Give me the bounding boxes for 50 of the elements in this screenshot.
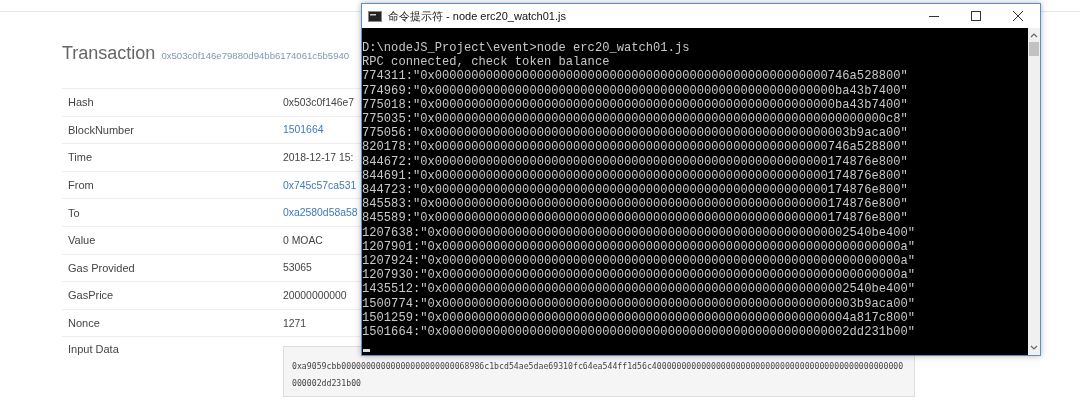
- console-line: 1207924:"0x000000000000000000000000000000000000000000000000000000000000000a": [362, 254, 917, 269]
- field-value: 1271: [283, 317, 307, 329]
- field-value: 53065: [283, 262, 312, 274]
- console-line: 1501664:"0x00000000000000000000000000000000000000000000000000000002dd231b00": [362, 325, 917, 340]
- console-line: 1207638:"0x00000000000000000000000000000000000000000000000000000002540be400": [362, 225, 917, 240]
- field-label: GasPrice: [67, 289, 115, 302]
- console-line: 775056:"0x000000000000000000000000000000000000000000000000000000003b9aca00": [362, 126, 909, 141]
- console-line: RPC connected, check token balance: [362, 55, 611, 70]
- field-label: BlockNumber: [67, 123, 136, 136]
- field-label: Input Data: [67, 342, 120, 356]
- field-label: From: [67, 179, 95, 192]
- console-line: 1207930:"0x000000000000000000000000000000000000000000000000000000000000000a": [362, 268, 917, 283]
- field-label: To: [67, 206, 81, 219]
- console-line: 1435512:"0x00000000000000000000000000000000000000000000000000000002540be400": [362, 282, 917, 297]
- console-line: 844691:"0x000000000000000000000000000000000000000000000000000000174876e800": [362, 168, 909, 184]
- scroll-up-icon[interactable]: [1030, 32, 1038, 38]
- scroll-down-icon[interactable]: [1030, 345, 1038, 351]
- console-line: 774969:"0x0000000000000000000000000000000000000000000000000000000ba43b7400": [362, 83, 909, 98]
- scroll-thumb[interactable]: [1029, 42, 1039, 56]
- field-link[interactable]: 1501664: [283, 124, 324, 136]
- console-line: 820178:"0x000000000000000000000000000000000000000000000000000000746a528800": [362, 140, 909, 155]
- console-line: 1501259:"0x00000000000000000000000000000000000000000000000000000004a817c800": [362, 310, 917, 326]
- field-label: Hash: [67, 96, 95, 109]
- transaction-hash: 0x503c0f146e79880d94bb6174061c5b5940: [161, 50, 350, 61]
- console-line: 774311:"0x000000000000000000000000000000000000000000000000000000746a528800": [362, 69, 909, 84]
- text-cursor: [363, 349, 370, 353]
- page-title: Transaction: [62, 43, 156, 64]
- console-line: 844672:"0x000000000000000000000000000000000000000000000000000000174876e800": [362, 154, 909, 169]
- field-link[interactable]: 0x745c57ca531: [283, 179, 357, 191]
- console-line: 844723:"0x000000000000000000000000000000000000000000000000000000174876e800": [362, 183, 909, 198]
- close-icon: [1013, 11, 1023, 21]
- field-link[interactable]: 0xa2580d58a58: [283, 207, 358, 219]
- field-label: Nonce: [67, 317, 101, 330]
- console-line: 1207901:"0x000000000000000000000000000000000000000000000000000000000000000a": [362, 239, 917, 255]
- field-value: 0x503c0f146e7: [283, 96, 355, 108]
- console-line: 775018:"0x0000000000000000000000000000000000000000000000000000000ba43b7400": [362, 97, 909, 112]
- console-line: 845589:"0x000000000000000000000000000000000000000000000000000000174876e800": [362, 211, 909, 226]
- console-line: 775035:"0x00000000000000000000000000000000000000000000000000000000000000c8": [362, 112, 909, 127]
- field-value: 0 MOAC: [283, 234, 323, 246]
- window-title: 命令提示符 - node erc20_watch01.js: [388, 8, 567, 24]
- console-icon: [368, 10, 382, 22]
- field-label: Time: [67, 151, 94, 164]
- maximize-icon: [971, 11, 981, 21]
- console-line: D:\nodeJS_Project\event>node erc20_watch01.js: [362, 41, 691, 56]
- field-label: Value: [67, 234, 97, 247]
- field-value: 2018-12-17 15:: [283, 152, 354, 163]
- field-label: Gas Provided: [67, 261, 136, 274]
- console-line: 845583:"0x000000000000000000000000000000000000000000000000000000174876e800": [362, 197, 909, 212]
- console-line: 1500774:"0x000000000000000000000000000000000000000000000000000000003b9aca00": [362, 296, 917, 311]
- field-value: 20000000000: [283, 289, 347, 301]
